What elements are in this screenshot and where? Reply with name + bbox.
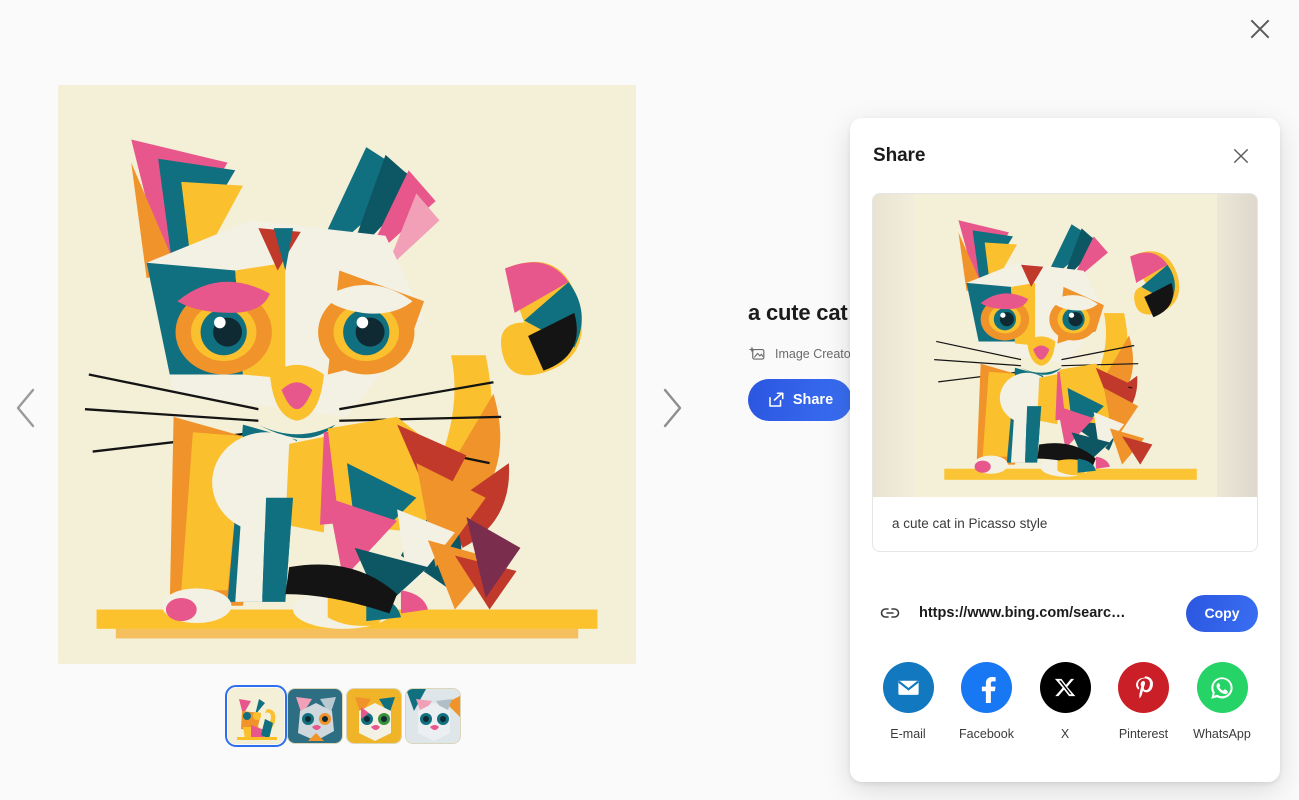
thumbnail-item-4[interactable] (405, 688, 461, 744)
x-twitter-icon (1039, 662, 1091, 713)
share-option-label: WhatsApp (1193, 727, 1251, 741)
whatsapp-icon (1196, 662, 1248, 713)
thumbnail-item-1[interactable] (225, 685, 287, 747)
image-viewer-page: a cute cat i Image Creator in Share Shar… (0, 0, 1299, 800)
share-button[interactable]: Share (748, 379, 852, 421)
share-option-label: X (1060, 727, 1070, 741)
thumbnail-cat-1-icon (229, 689, 283, 743)
thumbnail-cat-4-icon (406, 689, 460, 743)
share-option-facebook[interactable]: Facebook (951, 662, 1023, 741)
share-link-url: https://www.bing.com/searc… (919, 605, 1126, 621)
thumbnail-item-3[interactable] (346, 688, 402, 744)
share-preview-caption: a cute cat in Picasso style (892, 516, 1048, 531)
share-dialog-title: Share (873, 144, 926, 166)
close-x-icon (1233, 148, 1249, 163)
copy-link-button[interactable]: Copy (1186, 594, 1258, 632)
share-export-icon (769, 392, 784, 407)
thumbnail-item-2[interactable] (287, 688, 343, 744)
share-button-label: Share (792, 392, 834, 408)
share-link-row: https://www.bing.com/searc… Copy (872, 592, 1258, 634)
share-dialog-close-button[interactable] (1224, 139, 1258, 173)
next-image-button[interactable] (648, 380, 696, 436)
thumbnail-cat-3-icon (347, 689, 401, 743)
preview-cubist-cat-artwork (913, 194, 1217, 497)
share-preview-card: a cute cat in Picasso style (872, 193, 1258, 552)
main-image[interactable] (58, 85, 636, 664)
share-dialog: Share a cute cat in Picasso style https:… (850, 118, 1280, 782)
pinterest-icon (1118, 662, 1169, 713)
share-option-whatsapp[interactable]: WhatsApp (1186, 662, 1258, 741)
share-option-pinterest[interactable]: Pinterest (1108, 662, 1180, 741)
previous-image-button[interactable] (2, 380, 50, 436)
share-option-x[interactable]: X (1029, 662, 1101, 741)
link-chain-icon (877, 600, 903, 626)
close-x-icon (1250, 19, 1270, 39)
share-option-label: Facebook (959, 727, 1014, 741)
social-share-row: E-mail Facebook X Pinterest WhatsApp (872, 662, 1258, 741)
share-preview-image (873, 194, 1257, 497)
share-option-label: Pinterest (1118, 727, 1169, 741)
share-option-label: E-mail (890, 727, 926, 741)
page-close-button[interactable] (1239, 8, 1281, 50)
email-envelope-icon (882, 662, 934, 713)
sparkle-image-icon (748, 346, 765, 360)
copy-button-label: Copy (1204, 605, 1240, 621)
chevron-left-icon (16, 388, 35, 428)
chevron-right-icon (663, 388, 682, 428)
thumbnail-strip (225, 685, 461, 747)
cubist-cat-artwork (58, 85, 636, 664)
share-dialog-header: Share (850, 118, 1280, 193)
share-option-email[interactable]: E-mail (872, 662, 944, 741)
facebook-icon (961, 662, 1012, 713)
thumbnail-cat-2-icon (288, 689, 342, 743)
